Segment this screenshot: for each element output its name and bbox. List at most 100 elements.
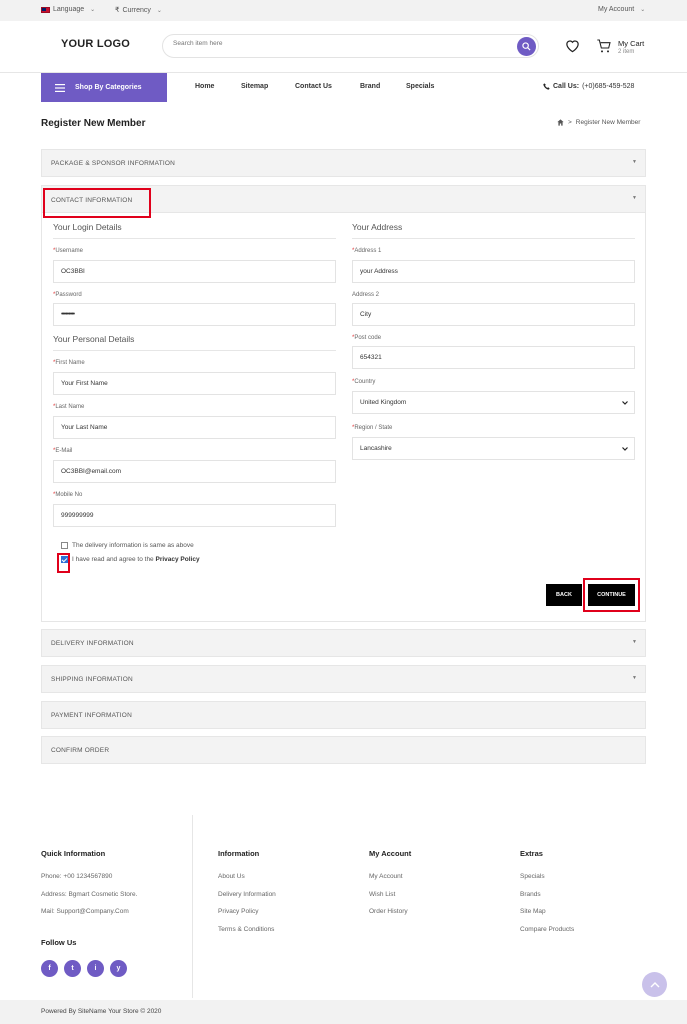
email-label-text: E-Mail <box>55 448 73 454</box>
address1-label-text: Address 1 <box>354 248 382 254</box>
password-label-text: Password <box>55 292 82 298</box>
mobile-label-text: Mobile No <box>55 492 83 498</box>
footer-link-compare[interactable]: Compare Products <box>520 926 574 933</box>
address1-label: *Address 1 <box>352 248 381 254</box>
shop-by-categories-button[interactable]: Shop By Categories <box>41 73 167 102</box>
panel-delivery-information[interactable]: DELIVERY INFORMATION ▼ <box>41 629 646 657</box>
chevron-up-icon <box>650 981 659 987</box>
firstname-field[interactable]: Your First Name <box>53 372 336 395</box>
mobile-label: *Mobile No <box>53 492 82 498</box>
site-logo[interactable]: YOUR LOGO <box>61 38 130 50</box>
nav-sitemap[interactable]: Sitemap <box>241 83 268 90</box>
panel-confirm-order[interactable]: CONFIRM ORDER <box>41 736 646 764</box>
footer-link-my-account[interactable]: My Account <box>369 873 403 880</box>
home-icon[interactable] <box>557 119 564 126</box>
panel-title: PAYMENT INFORMATION <box>51 712 132 719</box>
lastname-label: *Last Name <box>53 404 84 410</box>
delivery-same-label: The delivery information is same as abov… <box>72 542 194 549</box>
twitter-icon[interactable]: t <box>64 960 81 977</box>
postcode-label: *Post code <box>352 335 381 341</box>
highlight-box-continue <box>583 578 640 612</box>
nav-contact-us[interactable]: Contact Us <box>295 83 332 90</box>
currency-selector[interactable]: ₹ Currency ⌄ <box>115 6 162 15</box>
chevron-down-icon <box>622 446 628 451</box>
information-heading: Information <box>218 849 260 858</box>
postcode-field[interactable]: 654321 <box>352 346 635 369</box>
my-account-heading: My Account <box>369 849 412 858</box>
privacy-policy-link[interactable]: Privacy Policy <box>156 556 200 563</box>
username-field[interactable]: OC3BBI <box>53 260 336 283</box>
panel-package-sponsor[interactable]: PACKAGE & SPONSOR INFORMATION ▼ <box>41 149 646 177</box>
search-input[interactable] <box>173 40 493 47</box>
email-field[interactable]: OC3BBI@email.com <box>53 460 336 483</box>
breadcrumb-separator: > <box>568 119 572 126</box>
chevron-down-icon: ⌄ <box>90 7 96 13</box>
region-select[interactable]: Lancashire <box>352 437 635 460</box>
header: YOUR LOGO My Cart 2 item <box>0 21 687 73</box>
instagram-icon[interactable]: i <box>87 960 104 977</box>
footer-link-privacy[interactable]: Privacy Policy <box>218 908 258 915</box>
search-button[interactable] <box>517 37 536 56</box>
uk-flag-icon <box>41 6 50 13</box>
footer-link-wish-list[interactable]: Wish List <box>369 891 395 898</box>
cart-count: 2 item <box>618 49 635 55</box>
wishlist-heart-icon[interactable] <box>565 39 580 53</box>
firstname-label-text: First Name <box>55 360 85 366</box>
cart-label[interactable]: My Cart <box>618 39 644 48</box>
call-us: Call Us: (+0)685-459-528 <box>543 83 634 90</box>
footer-link-brands[interactable]: Brands <box>520 891 541 898</box>
divider <box>352 238 635 239</box>
panel-title: PACKAGE & SPONSOR INFORMATION <box>51 160 176 167</box>
footer-divider <box>192 815 193 998</box>
nav-specials[interactable]: Specials <box>406 83 434 90</box>
password-field[interactable]: ••••••••• <box>53 303 336 326</box>
search-icon <box>522 42 531 51</box>
follow-us-heading: Follow Us <box>41 938 77 947</box>
caret-down-icon: ▼ <box>632 159 637 165</box>
username-label-text: Username <box>55 248 84 254</box>
postcode-label-text: Post code <box>354 335 382 341</box>
divider <box>53 238 336 239</box>
address2-label: Address 2 <box>352 292 380 298</box>
caret-down-icon: ▼ <box>632 639 637 645</box>
lastname-label-text: Last Name <box>55 404 85 410</box>
nav-brand[interactable]: Brand <box>360 83 380 90</box>
address2-field[interactable]: City <box>352 303 635 326</box>
footer-link-order-history[interactable]: Order History <box>369 908 408 915</box>
caret-down-icon: ▼ <box>632 675 637 681</box>
nav-home[interactable]: Home <box>195 83 214 90</box>
country-select[interactable]: United Kingdom <box>352 391 635 414</box>
chevron-down-icon <box>622 400 628 405</box>
lastname-field[interactable]: Your Last Name <box>53 416 336 439</box>
breadcrumb: > Register New Member <box>557 119 640 126</box>
quick-info-address: Address: Bgmart Cosmetic Store. <box>41 891 138 898</box>
footer-link-specials[interactable]: Specials <box>520 873 545 880</box>
footer-link-site-map[interactable]: Site Map <box>520 908 546 915</box>
country-value: United Kingdom <box>360 399 407 406</box>
language-selector[interactable]: Language ⌄ <box>41 6 95 13</box>
footer-link-terms[interactable]: Terms & Conditions <box>218 926 274 933</box>
my-account-menu[interactable]: My Account ⌄ <box>598 6 645 13</box>
panel-title: DELIVERY INFORMATION <box>51 640 134 647</box>
country-label-text: Country <box>354 379 376 385</box>
youtube-icon[interactable]: y <box>110 960 127 977</box>
facebook-icon[interactable]: f <box>41 960 58 977</box>
mobile-field[interactable]: 999999999 <box>53 504 336 527</box>
menu-icon <box>55 83 65 92</box>
panel-payment-information[interactable]: PAYMENT INFORMATION <box>41 701 646 729</box>
address1-field[interactable]: your Address <box>352 260 635 283</box>
panel-shipping-information[interactable]: SHIPPING INFORMATION ▼ <box>41 665 646 693</box>
login-details-heading: Your Login Details <box>53 222 122 232</box>
address-heading: Your Address <box>352 222 403 232</box>
caret-down-icon: ▼ <box>632 195 637 201</box>
breadcrumb-current[interactable]: Register New Member <box>576 119 641 126</box>
quick-info-heading: Quick Information <box>41 849 106 858</box>
back-button[interactable]: BACK <box>546 584 582 606</box>
cart-icon[interactable] <box>596 38 612 54</box>
footer-link-delivery[interactable]: Delivery Information <box>218 891 276 898</box>
call-us-number: (+0)685-459-528 <box>582 83 635 90</box>
back-to-top-button[interactable] <box>642 972 667 997</box>
footer-link-about[interactable]: About Us <box>218 873 245 880</box>
delivery-same-checkbox[interactable] <box>61 542 68 549</box>
rupee-icon: ₹ <box>115 7 120 14</box>
